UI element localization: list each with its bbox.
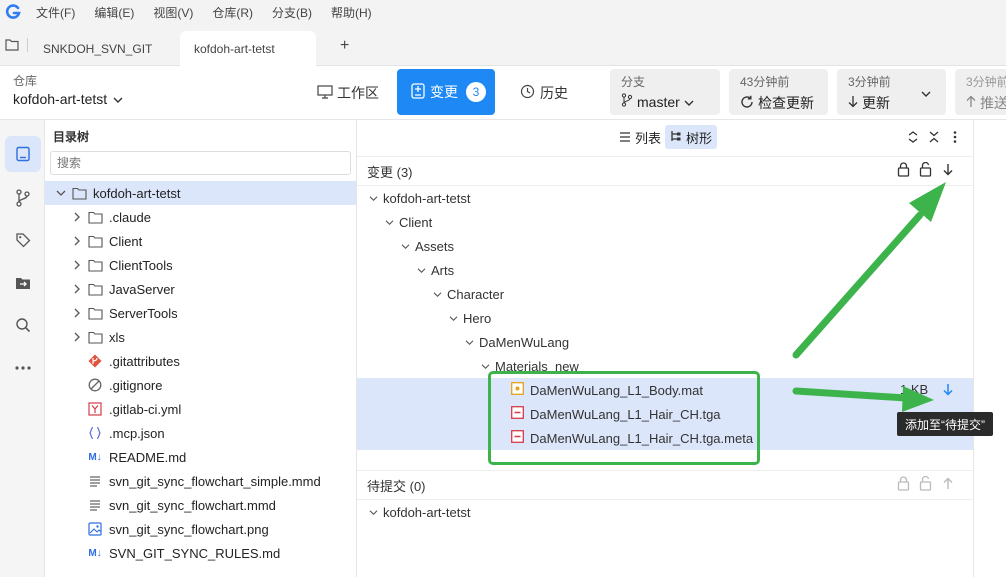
annotation-arrow-to-stage-all bbox=[792, 182, 946, 359]
annotation-arrows bbox=[792, 182, 946, 412]
annotation-arrow-to-stage-file bbox=[792, 386, 934, 412]
